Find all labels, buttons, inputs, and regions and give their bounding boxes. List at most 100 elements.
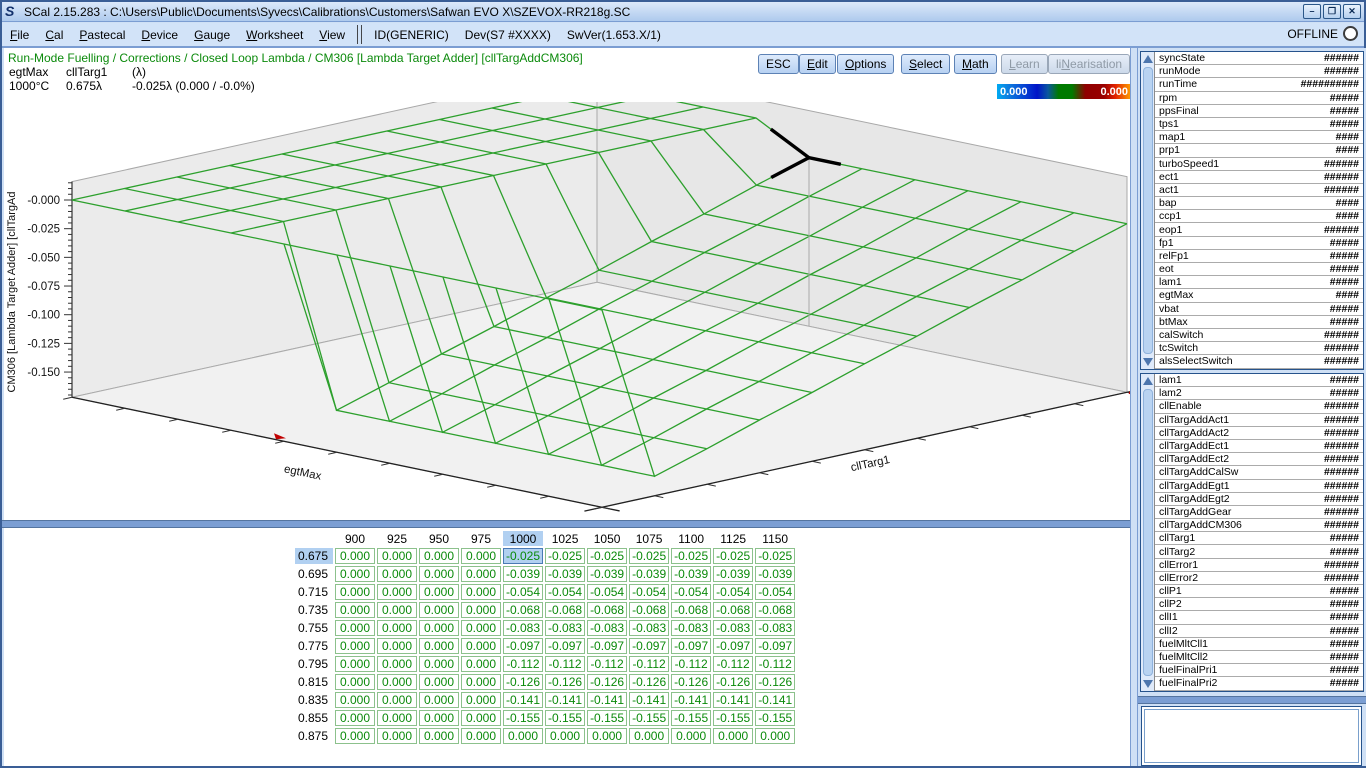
table-cell[interactable]: -0.112 [671, 656, 711, 672]
table-cell[interactable]: -0.068 [587, 602, 627, 618]
table-cell[interactable]: -0.039 [503, 566, 543, 582]
col-header-925[interactable]: 925 [377, 531, 417, 546]
table-cell[interactable]: 0.000 [461, 602, 501, 618]
table-cell[interactable]: -0.126 [713, 674, 753, 690]
table-cell[interactable]: 0.000 [377, 674, 417, 690]
scroll-track[interactable] [1143, 67, 1153, 354]
table-cell[interactable]: -0.126 [629, 674, 669, 690]
table-cell[interactable]: 0.000 [335, 674, 375, 690]
table-cell[interactable]: -0.025 [503, 548, 543, 564]
table-cell[interactable]: -0.054 [629, 584, 669, 600]
list-item-cllTargAddCM306[interactable]: cllTargAddCM306###### [1155, 519, 1363, 532]
list-item-cllTargAddEct1[interactable]: cllTargAddEct1###### [1155, 440, 1363, 453]
list-item-lam2[interactable]: lam2##### [1155, 387, 1363, 400]
table-cell[interactable]: -0.126 [755, 674, 795, 690]
table-cell[interactable]: -0.054 [545, 584, 585, 600]
list-item-ccp1[interactable]: ccp1#### [1155, 210, 1363, 223]
restore-button[interactable]: ❐ [1323, 4, 1341, 19]
notes-box[interactable] [1141, 706, 1362, 766]
table-cell[interactable]: 0.000 [335, 620, 375, 636]
table-cell[interactable]: 0.000 [755, 728, 795, 744]
table-cell[interactable]: -0.097 [671, 638, 711, 654]
list-item-cllError2[interactable]: cllError2###### [1155, 572, 1363, 585]
table-cell[interactable]: -0.054 [671, 584, 711, 600]
table-cell[interactable]: 0.000 [419, 566, 459, 582]
table-cell[interactable]: 0.000 [461, 692, 501, 708]
table-cell[interactable]: -0.097 [629, 638, 669, 654]
col-header-1125[interactable]: 1125 [713, 531, 753, 546]
table-cell[interactable]: -0.112 [503, 656, 543, 672]
col-header-1050[interactable]: 1050 [587, 531, 627, 546]
table-cell[interactable]: -0.039 [545, 566, 585, 582]
menu-device[interactable]: Device [133, 24, 186, 46]
table-cell[interactable]: 0.000 [419, 692, 459, 708]
table-cell[interactable]: 0.000 [377, 728, 417, 744]
table-cell[interactable]: -0.112 [545, 656, 585, 672]
table-cell[interactable]: -0.068 [629, 602, 669, 618]
table-cell[interactable]: -0.141 [587, 692, 627, 708]
table-cell[interactable]: -0.083 [713, 620, 753, 636]
col-header-1025[interactable]: 1025 [545, 531, 585, 546]
table-cell[interactable]: -0.039 [587, 566, 627, 582]
table-cell[interactable]: -0.141 [755, 692, 795, 708]
table-cell[interactable]: -0.025 [671, 548, 711, 564]
col-header-1075[interactable]: 1075 [629, 531, 669, 546]
table-cell[interactable]: 0.000 [335, 566, 375, 582]
row-header-0.875[interactable]: 0.875 [295, 728, 333, 744]
esc-button[interactable]: ESC [758, 54, 799, 74]
table-cell[interactable]: 0.000 [419, 620, 459, 636]
table-cell[interactable]: -0.155 [503, 710, 543, 726]
table-cell[interactable]: 0.000 [671, 728, 711, 744]
table-cell[interactable]: 0.000 [419, 674, 459, 690]
list-item-cllTargAddGear[interactable]: cllTargAddGear###### [1155, 506, 1363, 519]
table-cell[interactable]: 0.000 [377, 602, 417, 618]
options-button[interactable]: Options [837, 54, 894, 74]
table-cell[interactable]: 0.000 [545, 728, 585, 744]
table-cell[interactable]: -0.054 [713, 584, 753, 600]
table-cell[interactable]: 0.000 [587, 728, 627, 744]
list-item-fuelFinalPri2[interactable]: fuelFinalPri2##### [1155, 677, 1363, 690]
select-button[interactable]: Select [901, 54, 950, 74]
row-header-0.735[interactable]: 0.735 [295, 602, 333, 618]
table-cell[interactable]: 0.000 [461, 638, 501, 654]
list-item-ect1[interactable]: ect1###### [1155, 171, 1363, 184]
table-cell[interactable]: -0.068 [755, 602, 795, 618]
table-cell[interactable]: 0.000 [419, 638, 459, 654]
scroll-down-icon[interactable] [1143, 680, 1153, 688]
row-header-0.795[interactable]: 0.795 [295, 656, 333, 672]
scroll-down-icon[interactable] [1143, 358, 1153, 366]
list-item-cllTargAddCalSw[interactable]: cllTargAddCalSw###### [1155, 466, 1363, 479]
table-cell[interactable]: 0.000 [461, 566, 501, 582]
sidebar-splitter[interactable] [1138, 696, 1366, 704]
list-item-cllTargAddAct2[interactable]: cllTargAddAct2###### [1155, 427, 1363, 440]
table-cell[interactable]: -0.083 [587, 620, 627, 636]
vertical-splitter[interactable] [1130, 48, 1138, 766]
table-cell[interactable]: 0.000 [335, 638, 375, 654]
table-cell[interactable]: -0.025 [545, 548, 585, 564]
table-cell[interactable]: -0.097 [755, 638, 795, 654]
table-cell[interactable]: 0.000 [377, 656, 417, 672]
list-item-cllTarg2[interactable]: cllTarg2##### [1155, 545, 1363, 558]
table-cell[interactable]: 0.000 [335, 710, 375, 726]
menu-cal[interactable]: Cal [37, 24, 71, 46]
table-cell[interactable]: 0.000 [461, 548, 501, 564]
table-cell[interactable]: -0.039 [629, 566, 669, 582]
list-item-cllTarg1[interactable]: cllTarg1##### [1155, 532, 1363, 545]
table-cell[interactable]: -0.126 [545, 674, 585, 690]
table-cell[interactable]: 0.000 [503, 728, 543, 744]
table-cell[interactable]: 0.000 [419, 710, 459, 726]
list-item-eot[interactable]: eot##### [1155, 263, 1363, 276]
menu-pastecal[interactable]: Pastecal [71, 24, 133, 46]
table-cell[interactable]: -0.054 [755, 584, 795, 600]
table-cell[interactable]: 0.000 [461, 674, 501, 690]
table-cell[interactable]: 0.000 [335, 602, 375, 618]
table-cell[interactable]: -0.155 [629, 710, 669, 726]
table-cell[interactable]: -0.126 [671, 674, 711, 690]
menu-view[interactable]: View [311, 24, 353, 46]
row-header-0.695[interactable]: 0.695 [295, 566, 333, 582]
table-cell[interactable]: 0.000 [377, 548, 417, 564]
col-header-900[interactable]: 900 [335, 531, 375, 546]
row-header-0.755[interactable]: 0.755 [295, 620, 333, 636]
row-header-0.775[interactable]: 0.775 [295, 638, 333, 654]
table-cell[interactable]: -0.054 [503, 584, 543, 600]
